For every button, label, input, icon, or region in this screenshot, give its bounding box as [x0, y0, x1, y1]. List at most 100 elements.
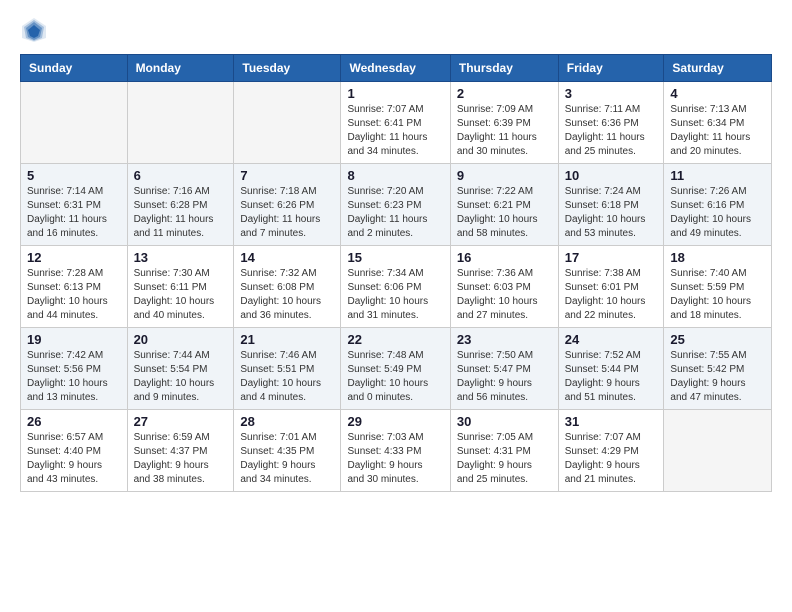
calendar-week-row: 12 Sunrise: 7:28 AM Sunset: 6:13 PM Dayli… [21, 246, 772, 328]
calendar-cell: 12 Sunrise: 7:28 AM Sunset: 6:13 PM Dayli… [21, 246, 128, 328]
day-number: 5 [27, 168, 121, 183]
day-number: 15 [347, 250, 443, 265]
calendar-cell: 10 Sunrise: 7:24 AM Sunset: 6:18 PM Dayli… [558, 164, 664, 246]
calendar-week-row: 19 Sunrise: 7:42 AM Sunset: 5:56 PM Dayli… [21, 328, 772, 410]
weekday-header: Friday [558, 55, 664, 82]
calendar-cell: 24 Sunrise: 7:52 AM Sunset: 5:44 PM Dayli… [558, 328, 664, 410]
day-number: 30 [457, 414, 552, 429]
day-number: 22 [347, 332, 443, 347]
day-info: Sunrise: 7:07 AM Sunset: 6:41 PM Dayligh… [347, 103, 443, 159]
day-info: Sunrise: 7:50 AM Sunset: 5:47 PM Dayligh… [457, 349, 552, 405]
calendar-cell: 25Sunrise: 7:55 AM Sunset: 5:42 PM Dayli… [664, 328, 772, 410]
day-info: Sunrise: 7:38 AM Sunset: 6:01 PM Dayligh… [565, 267, 658, 323]
day-info: Sunrise: 7:13 AM Sunset: 6:34 PM Dayligh… [670, 103, 765, 159]
day-number: 11 [670, 168, 765, 183]
calendar-cell: 13Sunrise: 7:30 AM Sunset: 6:11 PM Dayli… [127, 246, 234, 328]
calendar-week-row: 1 Sunrise: 7:07 AM Sunset: 6:41 PM Daylig… [21, 82, 772, 164]
calendar-week-row: 26Sunrise: 6:57 AM Sunset: 4:40 PM Dayli… [21, 410, 772, 492]
day-info: Sunrise: 7:18 AM Sunset: 6:26 PM Dayligh… [240, 185, 334, 241]
day-info: Sunrise: 7:07 AM Sunset: 4:29 PM Dayligh… [565, 431, 658, 487]
calendar-cell [234, 82, 341, 164]
day-info: Sunrise: 7:44 AM Sunset: 5:54 PM Dayligh… [134, 349, 228, 405]
calendar-cell: 5 Sunrise: 7:14 AM Sunset: 6:31 PM Daylig… [21, 164, 128, 246]
day-info: Sunrise: 7:01 AM Sunset: 4:35 PM Dayligh… [240, 431, 334, 487]
calendar-cell: 19 Sunrise: 7:42 AM Sunset: 5:56 PM Dayli… [21, 328, 128, 410]
day-info: Sunrise: 7:24 AM Sunset: 6:18 PM Dayligh… [565, 185, 658, 241]
day-info: Sunrise: 7:16 AM Sunset: 6:28 PM Dayligh… [134, 185, 228, 241]
calendar-cell: 28 Sunrise: 7:01 AM Sunset: 4:35 PM Dayli… [234, 410, 341, 492]
calendar-cell: 4 Sunrise: 7:13 AM Sunset: 6:34 PM Daylig… [664, 82, 772, 164]
day-info: Sunrise: 7:30 AM Sunset: 6:11 PM Dayligh… [134, 267, 228, 323]
day-number: 7 [240, 168, 334, 183]
day-info: Sunrise: 7:52 AM Sunset: 5:44 PM Dayligh… [565, 349, 658, 405]
calendar-cell: 23 Sunrise: 7:50 AM Sunset: 5:47 PM Dayli… [450, 328, 558, 410]
calendar-cell: 20 Sunrise: 7:44 AM Sunset: 5:54 PM Dayli… [127, 328, 234, 410]
day-number: 24 [565, 332, 658, 347]
day-info: Sunrise: 7:46 AM Sunset: 5:51 PM Dayligh… [240, 349, 334, 405]
day-info: Sunrise: 7:34 AM Sunset: 6:06 PM Dayligh… [347, 267, 443, 323]
day-info: Sunrise: 7:28 AM Sunset: 6:13 PM Dayligh… [27, 267, 121, 323]
calendar-cell: 1 Sunrise: 7:07 AM Sunset: 6:41 PM Daylig… [341, 82, 450, 164]
calendar-cell [21, 82, 128, 164]
day-number: 25 [670, 332, 765, 347]
day-info: Sunrise: 7:03 AM Sunset: 4:33 PM Dayligh… [347, 431, 443, 487]
weekday-header: Sunday [21, 55, 128, 82]
day-number: 20 [134, 332, 228, 347]
day-number: 27 [134, 414, 228, 429]
header [20, 16, 772, 44]
calendar-cell [664, 410, 772, 492]
calendar-week-row: 5 Sunrise: 7:14 AM Sunset: 6:31 PM Daylig… [21, 164, 772, 246]
weekday-header: Tuesday [234, 55, 341, 82]
weekday-header: Monday [127, 55, 234, 82]
day-info: Sunrise: 7:42 AM Sunset: 5:56 PM Dayligh… [27, 349, 121, 405]
day-info: Sunrise: 7:11 AM Sunset: 6:36 PM Dayligh… [565, 103, 658, 159]
calendar-cell: 29 Sunrise: 7:03 AM Sunset: 4:33 PM Dayli… [341, 410, 450, 492]
calendar-cell: 31Sunrise: 7:07 AM Sunset: 4:29 PM Dayli… [558, 410, 664, 492]
day-number: 19 [27, 332, 121, 347]
calendar-cell: 7 Sunrise: 7:18 AM Sunset: 6:26 PM Daylig… [234, 164, 341, 246]
calendar-cell: 14Sunrise: 7:32 AM Sunset: 6:08 PM Dayli… [234, 246, 341, 328]
weekday-header-row: SundayMondayTuesdayWednesdayThursdayFrid… [21, 55, 772, 82]
calendar-cell: 15 Sunrise: 7:34 AM Sunset: 6:06 PM Dayli… [341, 246, 450, 328]
calendar-cell: 21 Sunrise: 7:46 AM Sunset: 5:51 PM Dayli… [234, 328, 341, 410]
day-number: 6 [134, 168, 228, 183]
day-info: Sunrise: 7:48 AM Sunset: 5:49 PM Dayligh… [347, 349, 443, 405]
calendar-cell: 27 Sunrise: 6:59 AM Sunset: 4:37 PM Dayli… [127, 410, 234, 492]
day-number: 23 [457, 332, 552, 347]
day-info: Sunrise: 7:09 AM Sunset: 6:39 PM Dayligh… [457, 103, 552, 159]
day-number: 3 [565, 86, 658, 101]
day-number: 10 [565, 168, 658, 183]
calendar-cell: 6 Sunrise: 7:16 AM Sunset: 6:28 PM Daylig… [127, 164, 234, 246]
calendar-cell: 2 Sunrise: 7:09 AM Sunset: 6:39 PM Daylig… [450, 82, 558, 164]
day-number: 8 [347, 168, 443, 183]
day-info: Sunrise: 7:05 AM Sunset: 4:31 PM Dayligh… [457, 431, 552, 487]
calendar-cell: 9 Sunrise: 7:22 AM Sunset: 6:21 PM Daylig… [450, 164, 558, 246]
calendar-cell: 8 Sunrise: 7:20 AM Sunset: 6:23 PM Daylig… [341, 164, 450, 246]
weekday-header: Saturday [664, 55, 772, 82]
day-number: 29 [347, 414, 443, 429]
day-number: 16 [457, 250, 552, 265]
day-number: 28 [240, 414, 334, 429]
day-info: Sunrise: 7:22 AM Sunset: 6:21 PM Dayligh… [457, 185, 552, 241]
logo-icon [20, 16, 48, 44]
day-info: Sunrise: 6:59 AM Sunset: 4:37 PM Dayligh… [134, 431, 228, 487]
page-container: SundayMondayTuesdayWednesdayThursdayFrid… [0, 0, 792, 508]
day-number: 12 [27, 250, 121, 265]
calendar-cell: 11 Sunrise: 7:26 AM Sunset: 6:16 PM Dayli… [664, 164, 772, 246]
day-info: Sunrise: 7:32 AM Sunset: 6:08 PM Dayligh… [240, 267, 334, 323]
calendar: SundayMondayTuesdayWednesdayThursdayFrid… [20, 54, 772, 492]
day-number: 4 [670, 86, 765, 101]
logo [20, 16, 52, 44]
day-number: 21 [240, 332, 334, 347]
day-info: Sunrise: 7:14 AM Sunset: 6:31 PM Dayligh… [27, 185, 121, 241]
day-number: 2 [457, 86, 552, 101]
calendar-cell: 3 Sunrise: 7:11 AM Sunset: 6:36 PM Daylig… [558, 82, 664, 164]
day-info: Sunrise: 7:20 AM Sunset: 6:23 PM Dayligh… [347, 185, 443, 241]
day-number: 1 [347, 86, 443, 101]
day-info: Sunrise: 7:26 AM Sunset: 6:16 PM Dayligh… [670, 185, 765, 241]
calendar-cell: 18Sunrise: 7:40 AM Sunset: 5:59 PM Dayli… [664, 246, 772, 328]
calendar-cell [127, 82, 234, 164]
day-number: 9 [457, 168, 552, 183]
day-number: 18 [670, 250, 765, 265]
day-number: 26 [27, 414, 121, 429]
